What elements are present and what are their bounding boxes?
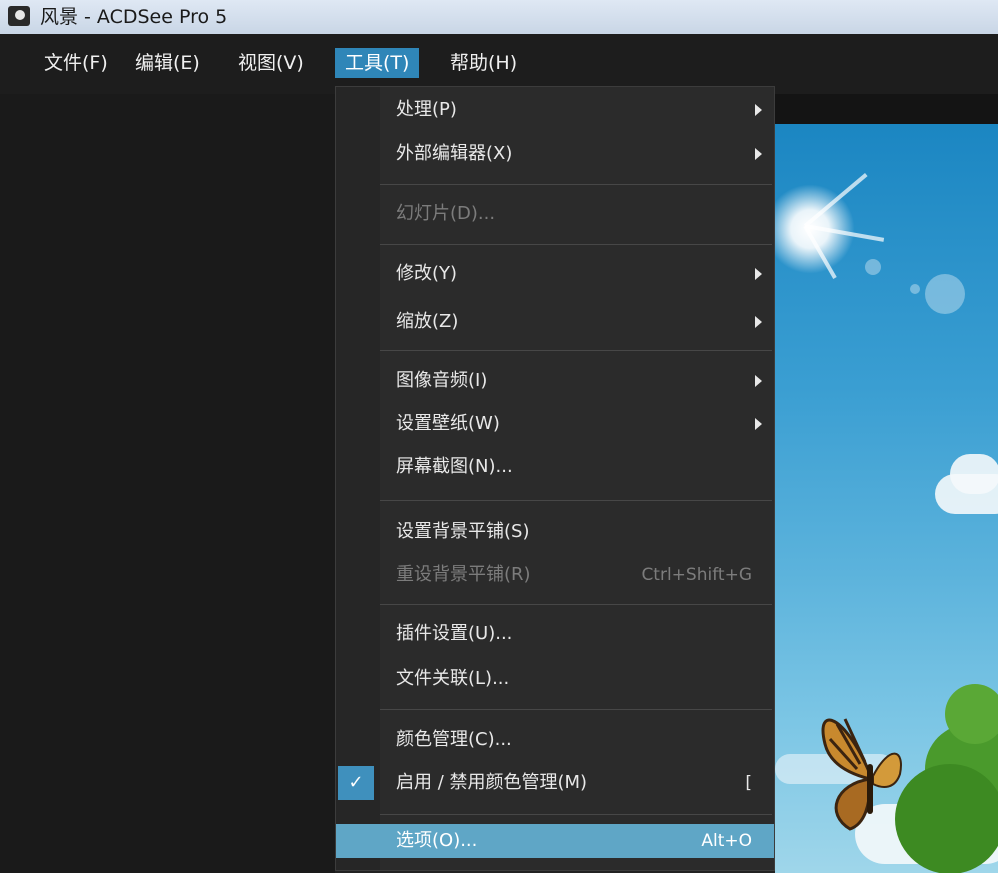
- menu-item-color-management[interactable]: 颜色管理(C)...: [380, 723, 774, 757]
- menu-item-label: 文件关联(L)...: [396, 668, 510, 689]
- menu-item-external-editors[interactable]: 外部编辑器(X): [380, 137, 774, 171]
- tools-dropdown-menu: 处理(P) 外部编辑器(X) 幻灯片(D)... 修改(Y) 缩放(Z) 图像音…: [335, 86, 775, 871]
- menu-separator: [380, 604, 772, 605]
- menu-item-label: 设置壁纸(W): [396, 413, 500, 434]
- light-bubble: [910, 284, 920, 294]
- submenu-arrow-icon: [755, 148, 762, 160]
- menu-item-label: 幻灯片(D)...: [396, 203, 496, 224]
- menu-item-label: 插件设置(U)...: [396, 623, 513, 644]
- menu-separator: [380, 709, 772, 710]
- light-bubble: [865, 259, 881, 275]
- submenu-arrow-icon: [755, 418, 762, 430]
- menu-view[interactable]: 视图(V): [228, 48, 314, 78]
- menu-separator: [380, 244, 772, 245]
- menu-item-process[interactable]: 处理(P): [380, 93, 774, 127]
- menu-item-set-tiled-background[interactable]: 设置背景平铺(S): [380, 515, 774, 549]
- menu-item-plugin-settings[interactable]: 插件设置(U)...: [380, 617, 774, 651]
- menu-separator: [380, 500, 772, 501]
- submenu-arrow-icon: [755, 268, 762, 280]
- menu-item-label: 外部编辑器(X): [396, 143, 513, 164]
- menu-item-modify[interactable]: 修改(Y): [380, 257, 774, 291]
- menu-item-zoom[interactable]: 缩放(Z): [380, 305, 774, 339]
- submenu-arrow-icon: [755, 316, 762, 328]
- menu-help[interactable]: 帮助(H): [440, 48, 527, 78]
- cloud: [950, 454, 998, 494]
- menu-item-file-associations[interactable]: 文件关联(L)...: [380, 662, 774, 696]
- menu-item-shortcut: Alt+O: [701, 831, 752, 851]
- submenu-arrow-icon: [755, 104, 762, 116]
- menu-item-label: 处理(P): [396, 99, 457, 120]
- menu-item-set-wallpaper[interactable]: 设置壁纸(W): [380, 407, 774, 441]
- menu-item-screen-capture[interactable]: 屏幕截图(N)...: [380, 450, 774, 484]
- menu-item-label: 重设背景平铺(R): [396, 564, 531, 585]
- menu-item-label: 启用 / 禁用颜色管理(M): [396, 772, 588, 793]
- menu-edit[interactable]: 编辑(E): [125, 48, 210, 78]
- menu-tools[interactable]: 工具(T): [335, 48, 420, 78]
- menu-file[interactable]: 文件(F): [34, 48, 118, 78]
- menu-bar: 文件(F) 编辑(E) 视图(V) 工具(T) 帮助(H): [0, 34, 998, 94]
- submenu-arrow-icon: [755, 375, 762, 387]
- image-preview: [775, 124, 998, 873]
- menu-icon-gutter: [336, 87, 380, 870]
- title-bar: 风景 - ACDSee Pro 5: [0, 0, 998, 34]
- tree-foliage: [945, 684, 998, 744]
- menu-item-label: 缩放(Z): [396, 311, 459, 332]
- light-bubble: [925, 274, 965, 314]
- menu-item-label: 图像音频(I): [396, 370, 488, 391]
- butterfly-image: [821, 718, 902, 831]
- window-title: 风景 - ACDSee Pro 5: [40, 6, 228, 28]
- menu-separator: [380, 184, 772, 185]
- menu-item-shortcut: Ctrl+Shift+G: [641, 565, 752, 585]
- menu-item-reset-tiled-background: 重设背景平铺(R) Ctrl+Shift+G: [380, 558, 774, 592]
- menu-item-shortcut: [: [745, 773, 752, 793]
- menu-item-options[interactable]: 选项(O)... Alt+O: [336, 824, 774, 858]
- menu-separator: [380, 350, 772, 351]
- menu-item-label: 屏幕截图(N)...: [396, 456, 513, 477]
- menu-item-image-audio[interactable]: 图像音频(I): [380, 364, 774, 398]
- menu-separator: [380, 814, 772, 815]
- left-panel: [0, 94, 335, 873]
- menu-item-label: 修改(Y): [396, 263, 458, 284]
- menu-item-slideshow: 幻灯片(D)...: [380, 197, 774, 231]
- menu-item-label: 选项(O)...: [396, 830, 478, 851]
- menu-item-label: 设置背景平铺(S): [396, 521, 530, 542]
- menu-item-label: 颜色管理(C)...: [396, 729, 512, 750]
- checkmark-icon: ✓: [338, 766, 374, 800]
- menu-item-toggle-color-management[interactable]: 启用 / 禁用颜色管理(M) [: [380, 766, 774, 800]
- acdsee-app-icon: [8, 6, 30, 26]
